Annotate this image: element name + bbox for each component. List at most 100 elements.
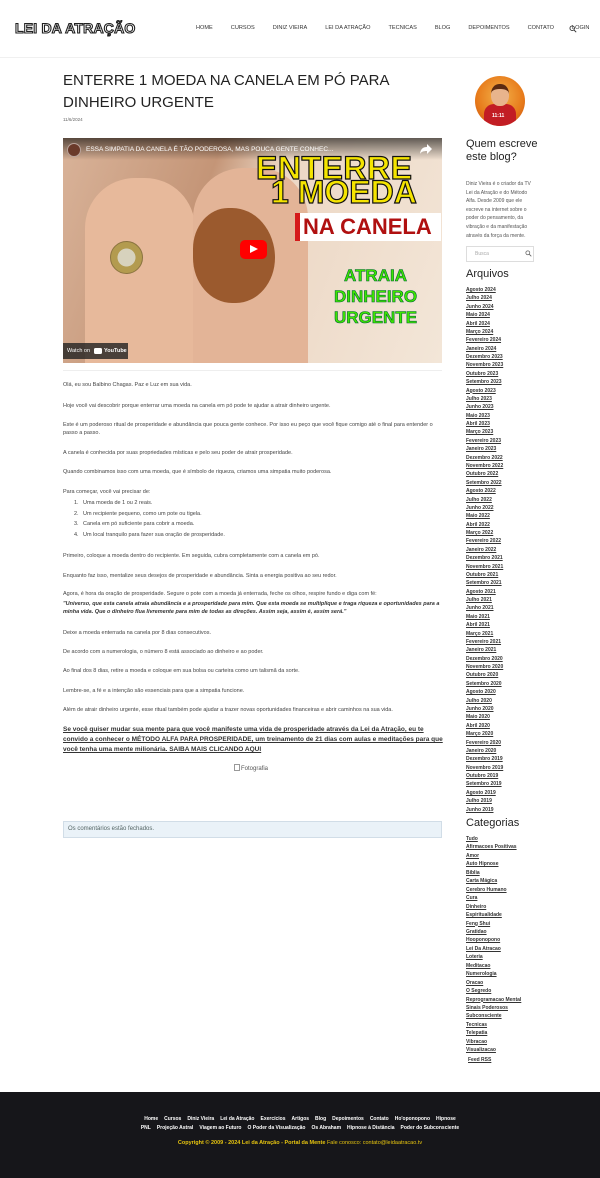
category-link[interactable]: Visualizacao xyxy=(466,1047,496,1053)
archive-link[interactable]: Junho 2023 xyxy=(466,404,494,410)
share-icon[interactable] xyxy=(419,143,433,155)
archive-link[interactable]: Maio 2023 xyxy=(466,413,490,419)
archive-link[interactable]: Abril 2023 xyxy=(466,421,490,427)
footer-link[interactable]: Blog xyxy=(315,1116,326,1122)
category-link[interactable]: Numerologia xyxy=(466,971,497,977)
nav-contato[interactable]: CONTATO xyxy=(528,25,554,31)
search-icon[interactable] xyxy=(525,250,532,257)
archive-link[interactable]: Outubro 2020 xyxy=(466,672,498,678)
category-link[interactable]: Subconsciente xyxy=(466,1013,502,1019)
footer-link[interactable]: Poder do Subconsciente xyxy=(401,1125,460,1131)
archive-link[interactable]: Janeiro 2024 xyxy=(466,346,496,352)
nav-diniz-vieira[interactable]: DINIZ VIEIRA xyxy=(273,25,308,31)
archive-link[interactable]: Julho 2019 xyxy=(466,798,492,804)
archive-link[interactable]: Março 2020 xyxy=(466,731,493,737)
archive-link[interactable]: Abril 2021 xyxy=(466,622,490,628)
category-link[interactable]: O Segredo xyxy=(466,988,491,994)
archive-link[interactable]: Junho 2019 xyxy=(466,807,494,813)
footer-link[interactable]: Contato xyxy=(370,1116,389,1122)
footer-link[interactable]: Os Abraham xyxy=(311,1125,341,1131)
archive-link[interactable]: Dezembro 2023 xyxy=(466,354,503,360)
archive-link[interactable]: Maio 2022 xyxy=(466,513,490,519)
archive-link[interactable]: Janeiro 2023 xyxy=(466,446,496,452)
category-link[interactable]: Meditacao xyxy=(466,963,490,969)
archive-link[interactable]: Agosto 2021 xyxy=(466,589,496,595)
archive-link[interactable]: Setembro 2019 xyxy=(466,781,502,787)
category-link[interactable]: Espiritualidade xyxy=(466,912,502,918)
archive-link[interactable]: Junho 2022 xyxy=(466,505,494,511)
footer-link[interactable]: Hipnose xyxy=(436,1116,456,1122)
footer-link[interactable]: Diniz Vieira xyxy=(187,1116,214,1122)
archive-link[interactable]: Fevereiro 2024 xyxy=(466,337,501,343)
category-link[interactable]: Oracao xyxy=(466,980,483,986)
category-link[interactable]: Sinais Poderosos xyxy=(466,1005,508,1011)
archive-link[interactable]: Agosto 2019 xyxy=(466,790,496,796)
footer-link[interactable]: Artigos xyxy=(292,1116,310,1122)
category-link[interactable]: Cura xyxy=(466,895,477,901)
feed-rss-link[interactable]: Feed RSS xyxy=(468,1057,491,1063)
archive-link[interactable]: Junho 2021 xyxy=(466,605,494,611)
footer-link[interactable]: Home xyxy=(144,1116,158,1122)
archive-link[interactable]: Março 2023 xyxy=(466,429,493,435)
footer-link[interactable]: Lei da Atração xyxy=(220,1116,254,1122)
archive-link[interactable]: Dezembro 2021 xyxy=(466,555,503,561)
archive-link[interactable]: Novembro 2019 xyxy=(466,765,503,771)
archive-link[interactable]: Agosto 2024 xyxy=(466,287,496,293)
category-link[interactable]: Lei Da Atracao xyxy=(466,946,501,952)
archive-link[interactable]: Novembro 2020 xyxy=(466,664,503,670)
category-link[interactable]: Hooponopono xyxy=(466,937,500,943)
footer-link[interactable]: Viagem ao Futuro xyxy=(199,1125,241,1131)
archive-link[interactable]: Agosto 2023 xyxy=(466,388,496,394)
video-embed[interactable]: ESSA SIMPATIA DA CANELA É TÃO PODEROSA, … xyxy=(63,138,442,363)
archive-link[interactable]: Setembro 2023 xyxy=(466,379,502,385)
nav-lei-da-atracao[interactable]: LEI DA ATRAÇÃO xyxy=(325,25,370,31)
nav-blog[interactable]: BLOG xyxy=(435,25,451,31)
watch-on-youtube-button[interactable]: Watch on YouTube xyxy=(63,343,128,359)
archive-link[interactable]: Fevereiro 2022 xyxy=(466,538,501,544)
archive-link[interactable]: Novembro 2021 xyxy=(466,564,503,570)
nav-tecnicas[interactable]: TECNICAS xyxy=(389,25,417,31)
archive-link[interactable]: Outubro 2021 xyxy=(466,572,498,578)
archive-link[interactable]: Novembro 2022 xyxy=(466,463,503,469)
footer-link[interactable]: Ho'oponopono xyxy=(395,1116,430,1122)
archive-link[interactable]: Agosto 2022 xyxy=(466,488,496,494)
nav-depoimentos[interactable]: DEPOIMENTOS xyxy=(468,25,509,31)
channel-avatar[interactable] xyxy=(67,143,81,157)
site-logo[interactable]: LEI DA ATRAÇÃO xyxy=(14,19,135,36)
archive-link[interactable]: Dezembro 2022 xyxy=(466,455,503,461)
category-link[interactable]: Vibracao xyxy=(466,1039,487,1045)
play-button[interactable] xyxy=(240,240,267,259)
footer-link[interactable]: Exercícios xyxy=(261,1116,286,1122)
archive-link[interactable]: Janeiro 2022 xyxy=(466,547,496,553)
archive-link[interactable]: Setembro 2020 xyxy=(466,681,502,687)
archive-link[interactable]: Dezembro 2020 xyxy=(466,656,503,662)
category-link[interactable]: Dinheiro xyxy=(466,904,486,910)
footer-link[interactable]: Depoimentos xyxy=(332,1116,364,1122)
archive-link[interactable]: Junho 2020 xyxy=(466,706,494,712)
archive-link[interactable]: Dezembro 2019 xyxy=(466,756,503,762)
category-link[interactable]: Reprogramacao Mental xyxy=(466,997,521,1003)
archive-link[interactable]: Janeiro 2020 xyxy=(466,748,496,754)
archive-link[interactable]: Julho 2024 xyxy=(466,295,492,301)
category-link[interactable]: Tudo xyxy=(466,836,478,842)
archive-link[interactable]: Novembro 2023 xyxy=(466,362,503,368)
archive-link[interactable]: Fevereiro 2021 xyxy=(466,639,501,645)
archive-link[interactable]: Outubro 2022 xyxy=(466,471,498,477)
archive-link[interactable]: Abril 2024 xyxy=(466,321,490,327)
archive-link[interactable]: Julho 2020 xyxy=(466,698,492,704)
category-link[interactable]: Afirmacoes Positivas xyxy=(466,844,517,850)
archive-link[interactable]: Julho 2022 xyxy=(466,497,492,503)
archive-link[interactable]: Março 2024 xyxy=(466,329,493,335)
archive-link[interactable]: Setembro 2021 xyxy=(466,580,502,586)
footer-link[interactable]: PNL xyxy=(141,1125,151,1131)
archive-link[interactable]: Outubro 2019 xyxy=(466,773,498,779)
archive-link[interactable]: Abril 2020 xyxy=(466,723,490,729)
search-icon[interactable] xyxy=(569,25,577,33)
archive-link[interactable]: Outubro 2023 xyxy=(466,371,498,377)
archive-link[interactable]: Agosto 2020 xyxy=(466,689,496,695)
archive-link[interactable]: Março 2021 xyxy=(466,631,493,637)
category-link[interactable]: Auto Hipnose xyxy=(466,861,499,867)
archive-link[interactable]: Janeiro 2021 xyxy=(466,647,496,653)
nav-cursos[interactable]: CURSOS xyxy=(231,25,255,31)
footer-link[interactable]: O Poder da Visualização xyxy=(247,1125,305,1131)
